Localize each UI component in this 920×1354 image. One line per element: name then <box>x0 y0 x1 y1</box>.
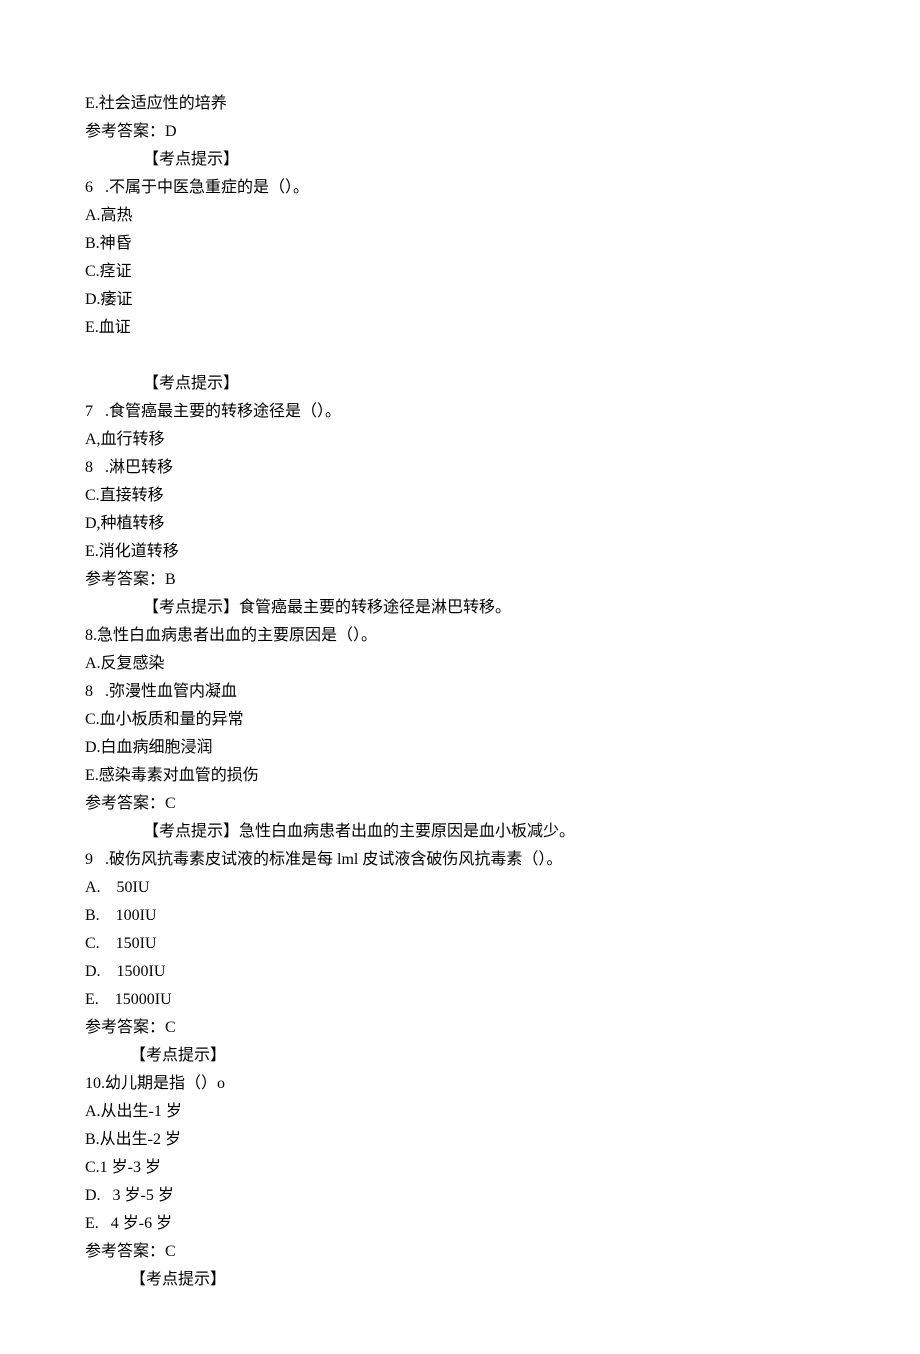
option-b-text: 8 .弥漫性血管内凝血 <box>85 678 835 706</box>
option-c-text: C. 150IU <box>85 930 835 958</box>
answer-text: 参考答案：C <box>85 1238 835 1266</box>
option-d-text: D. 1500IU <box>85 958 835 986</box>
option-a-text: A.高热 <box>85 202 835 230</box>
question-7: 7 .食管癌最主要的转移途径是（）。 <box>85 398 835 426</box>
option-b-text: B. 100IU <box>85 902 835 930</box>
hint-label: 【考点提示】 <box>85 1042 835 1070</box>
option-e-text: E.感染毒素对血管的损伤 <box>85 762 835 790</box>
option-b-text: 8 .淋巴转移 <box>85 454 835 482</box>
option-c-text: C.1 岁-3 岁 <box>85 1154 835 1182</box>
hint-label: 【考点提示】 <box>85 1266 835 1294</box>
hint-label: 【考点提示】 <box>85 370 835 398</box>
option-c-text: C.痉证 <box>85 258 835 286</box>
option-d-text: D.白血病细胞浸润 <box>85 734 835 762</box>
blank-line <box>85 342 835 370</box>
option-a-text: A.从出生-1 岁 <box>85 1098 835 1126</box>
question-10: 10.幼儿期是指（）o <box>85 1070 835 1098</box>
question-9: 9 .破伤风抗毒素皮试液的标准是每 lml 皮试液含破伤风抗毒素（）。 <box>85 846 835 874</box>
hint-text: 【考点提示】急性白血病患者出血的主要原因是血小板减少。 <box>85 818 835 846</box>
option-a-text: A.反复感染 <box>85 650 835 678</box>
option-d-text: D,种植转移 <box>85 510 835 538</box>
option-e-text: E.血证 <box>85 314 835 342</box>
answer-text: 参考答案：B <box>85 566 835 594</box>
option-d-text: D. 3 岁-5 岁 <box>85 1182 835 1210</box>
option-a-text: A,血行转移 <box>85 426 835 454</box>
option-e-text: E. 15000IU <box>85 986 835 1014</box>
question-8: 8.急性白血病患者出血的主要原因是（）。 <box>85 622 835 650</box>
document-page: E.社会适应性的培养 参考答案：D 【考点提示】 6 .不属于中医急重症的是（）… <box>0 0 920 1354</box>
option-b-text: B.从出生-2 岁 <box>85 1126 835 1154</box>
option-d-text: D.痿证 <box>85 286 835 314</box>
option-b-text: B.神昏 <box>85 230 835 258</box>
option-e-text: E. 4 岁-6 岁 <box>85 1210 835 1238</box>
option-e-text: E.社会适应性的培养 <box>85 90 835 118</box>
question-6: 6 .不属于中医急重症的是（）。 <box>85 174 835 202</box>
answer-text: 参考答案：C <box>85 1014 835 1042</box>
hint-label: 【考点提示】 <box>85 146 835 174</box>
option-a-text: A. 50IU <box>85 874 835 902</box>
option-c-text: C.直接转移 <box>85 482 835 510</box>
option-e-text: E.消化道转移 <box>85 538 835 566</box>
hint-text: 【考点提示】食管癌最主要的转移途径是淋巴转移。 <box>85 594 835 622</box>
option-c-text: C.血小板质和量的异常 <box>85 706 835 734</box>
answer-text: 参考答案：C <box>85 790 835 818</box>
answer-text: 参考答案：D <box>85 118 835 146</box>
